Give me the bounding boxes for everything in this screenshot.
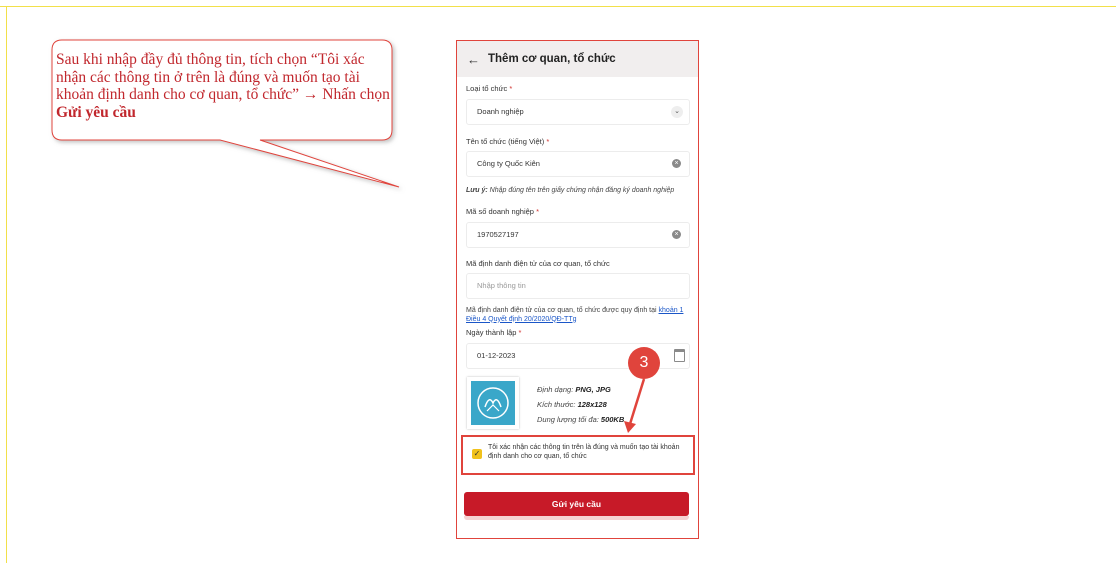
org-type-select[interactable]: Doanh nghiệp ⌄: [466, 99, 690, 125]
confirm-text: Tôi xác nhận các thông tin trên là đúng …: [488, 444, 680, 460]
eid-input[interactable]: Nhập thông tin: [466, 273, 690, 299]
org-type-label: Loại tổ chức *: [466, 84, 513, 93]
founded-date-value: 01-12-2023: [477, 351, 516, 360]
founded-label: Ngày thành lập *: [466, 328, 522, 337]
back-arrow-icon[interactable]: ←: [467, 52, 480, 67]
page-title: Thêm cơ quan, tổ chức: [488, 53, 616, 65]
clear-icon[interactable]: ×: [672, 230, 681, 239]
org-name-note: Lưu ý: Nhập đúng tên trên giấy chứng nhậ…: [466, 187, 675, 194]
hands-logo-icon: [477, 387, 509, 419]
tax-code-label: Mã số doanh nghiệp *: [466, 207, 539, 216]
org-name-input[interactable]: Công ty Quốc Kiên ×: [466, 151, 690, 177]
org-name-value: Công ty Quốc Kiên: [477, 159, 540, 168]
file-size-info: Kích thước: 128x128: [537, 400, 607, 409]
organization-logo-image: [471, 381, 515, 425]
chevron-down-icon: ⌄: [671, 106, 683, 118]
screen-header: ← Thêm cơ quan, tổ chức: [457, 41, 698, 77]
org-type-value: Doanh nghiệp: [477, 107, 524, 116]
slide-border-left: [6, 6, 7, 563]
logo-upload[interactable]: [467, 377, 519, 429]
eid-label: Mã định danh điện tử của cơ quan, tổ chứ…: [466, 259, 610, 268]
file-format-info: Định dạng: PNG, JPG: [537, 385, 611, 394]
clear-icon[interactable]: ×: [672, 159, 681, 168]
confirm-checkbox-row[interactable]: ✓ Tôi xác nhận các thông tin trên là đún…: [461, 435, 695, 475]
submit-request-button[interactable]: Gửi yêu cầu: [464, 492, 689, 520]
confirm-checkbox[interactable]: ✓: [472, 449, 482, 459]
callout-action: Gửi yêu cầu: [56, 103, 136, 121]
slide-border-top: [0, 6, 1116, 7]
tax-code-value: 1970527197: [477, 230, 519, 239]
calendar-icon[interactable]: [674, 349, 685, 362]
org-name-label: Tên tổ chức (tiếng Việt) *: [466, 137, 550, 146]
phone-screen: ← Thêm cơ quan, tổ chức Loại tổ chức * D…: [456, 40, 699, 539]
file-capacity-info: Dung lượng tối đa: 500KB: [537, 415, 625, 424]
eid-placeholder: Nhập thông tin: [477, 281, 526, 290]
tax-code-input[interactable]: 1970527197 ×: [466, 222, 690, 248]
eid-note: Mã định danh điện tử của cơ quan, tổ chứ…: [466, 307, 684, 323]
step-badge: 3: [628, 347, 660, 379]
callout-text: Sau khi nhập đầy đủ thông tin, tích chọn…: [56, 51, 390, 121]
